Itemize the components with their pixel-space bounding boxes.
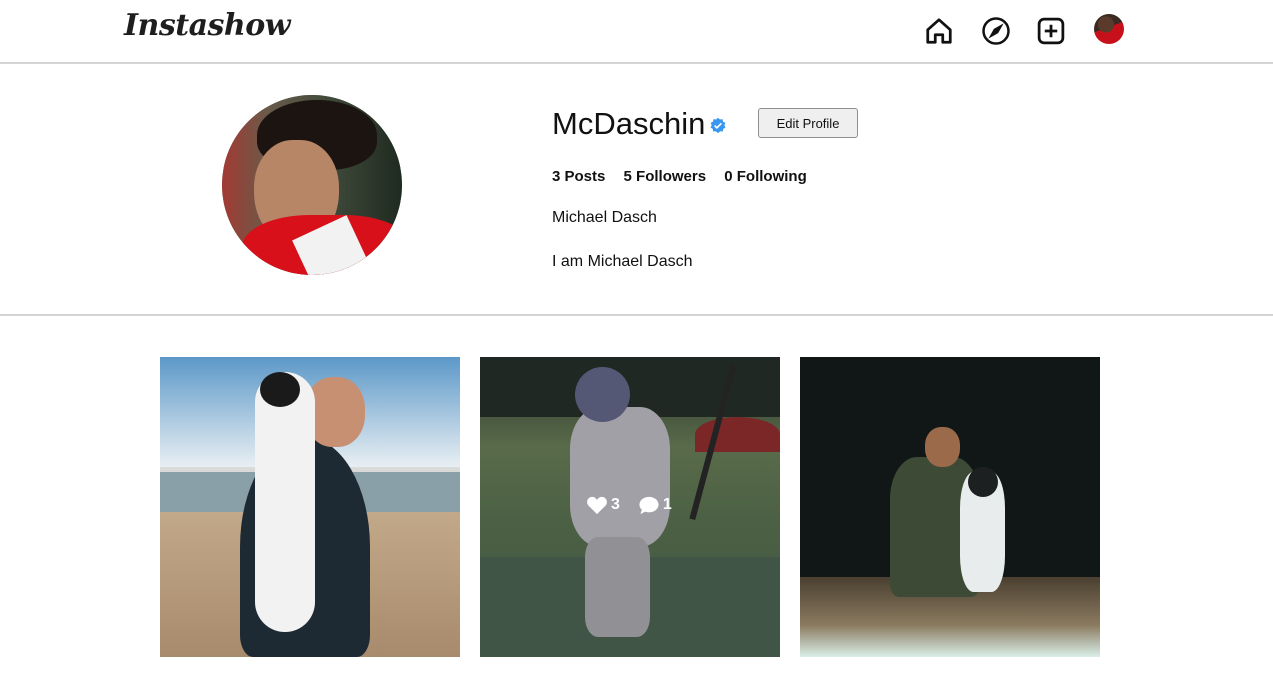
profile-username: McDaschin	[552, 106, 706, 141]
profile-bio: I am Michael Dasch	[552, 253, 693, 270]
following-count[interactable]: 0 Following	[724, 168, 807, 185]
comment-icon	[639, 496, 659, 515]
profile-avatar	[222, 95, 402, 275]
likes-count: 3	[611, 496, 620, 513]
post-thumbnail-1[interactable]	[160, 357, 460, 657]
profile-header: McDaschin Edit Profile 3 Posts 5 Followe…	[0, 66, 1273, 316]
top-navbar: Instashow	[0, 0, 1273, 64]
app-logo[interactable]: Instashow	[124, 8, 291, 43]
post-thumbnail-3[interactable]	[800, 357, 1100, 657]
heart-icon	[587, 496, 607, 515]
post-stats-overlay: 3 1	[586, 495, 672, 515]
profile-full-name: Michael Dasch	[552, 209, 657, 226]
comments-count: 1	[662, 496, 672, 513]
post-thumbnail-2[interactable]: 3 1	[480, 357, 780, 657]
profile-stats: 3 Posts 5 Followers 0 Following	[552, 168, 821, 185]
plus-square-icon[interactable]	[1034, 14, 1068, 48]
followers-count[interactable]: 5 Followers	[624, 168, 707, 185]
compass-icon[interactable]	[979, 14, 1013, 48]
edit-profile-button[interactable]: Edit Profile	[758, 108, 858, 138]
home-icon[interactable]	[922, 14, 956, 48]
posts-count: 3 Posts	[552, 168, 606, 185]
verified-badge-icon	[710, 117, 726, 134]
nav-profile-avatar[interactable]	[1094, 14, 1124, 44]
